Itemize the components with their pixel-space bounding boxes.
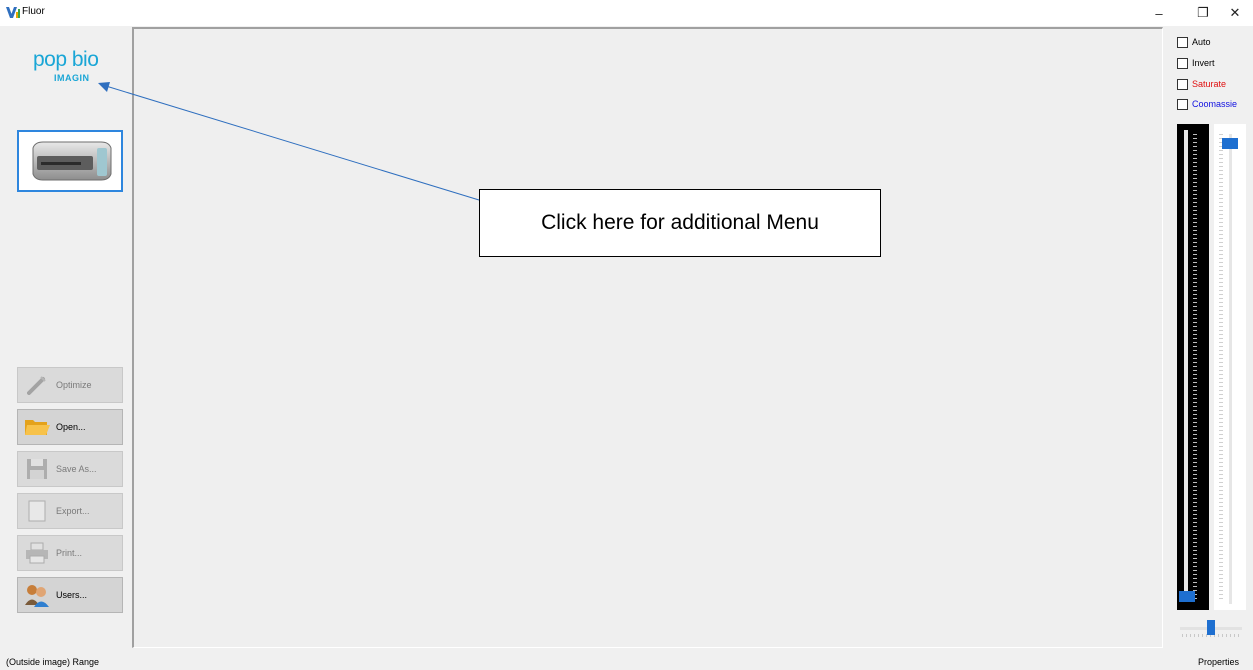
open-button[interactable]: Open... <box>17 409 123 445</box>
white-level-thumb[interactable] <box>1222 138 1238 149</box>
users-icon <box>22 582 52 608</box>
auto-checkbox[interactable]: Auto <box>1177 35 1211 49</box>
imager-device-icon <box>32 141 112 181</box>
properties-link[interactable]: Properties <box>1198 657 1239 667</box>
coomassie-checkbox[interactable]: Coomassie <box>1177 97 1237 111</box>
users-button[interactable]: Users... <box>17 577 123 613</box>
invert-checkbox-box[interactable] <box>1177 57 1188 69</box>
print-button[interactable]: Print... <box>17 535 123 571</box>
app-logo-icon <box>6 7 20 18</box>
export-icon <box>22 498 52 524</box>
auto-label: Auto <box>1192 37 1211 47</box>
open-label: Open... <box>56 422 86 432</box>
folder-icon <box>22 414 52 440</box>
restore-button[interactable]: ❐ <box>1185 0 1221 26</box>
minimize-icon: – <box>1155 5 1163 21</box>
coomassie-checkbox-box[interactable] <box>1177 98 1188 110</box>
brand-logo[interactable]: pop bio IMAGIN <box>33 48 113 90</box>
print-label: Print... <box>56 548 83 558</box>
close-icon: ✕ <box>1229 5 1241 20</box>
black-level-slider[interactable] <box>1177 124 1209 610</box>
device-thumbnail[interactable] <box>17 130 123 192</box>
white-level-ticks <box>1219 134 1223 600</box>
status-bar: (Outside image) Range Properties <box>0 652 1253 670</box>
saturate-checkbox-box[interactable] <box>1177 78 1188 90</box>
export-button[interactable]: Export... <box>17 493 123 529</box>
invert-label: Invert <box>1192 58 1215 68</box>
coomassie-label: Coomassie <box>1192 99 1238 109</box>
callout-text: Click here for additional Menu <box>541 211 819 234</box>
close-button[interactable]: ✕ <box>1217 0 1253 26</box>
export-label: Export... <box>56 506 90 516</box>
save-as-button[interactable]: Save As... <box>17 451 123 487</box>
saturate-checkbox[interactable]: Saturate <box>1177 77 1226 91</box>
logo-text-top: pop bio <box>33 48 99 71</box>
logo-text-bottom: IMAGIN <box>54 73 90 83</box>
save-as-label: Save As... <box>56 464 97 474</box>
white-level-track <box>1229 134 1232 604</box>
restore-icon: ❐ <box>1197 5 1209 20</box>
optimize-label: Optimize <box>56 380 92 390</box>
floppy-disk-icon <box>22 456 52 482</box>
black-level-ticks <box>1193 134 1197 600</box>
status-range-text: (Outside image) Range <box>6 657 100 667</box>
white-level-slider[interactable] <box>1214 124 1246 610</box>
minimize-button[interactable]: – <box>1141 0 1177 26</box>
black-level-thumb[interactable] <box>1179 591 1195 602</box>
callout-box: Click here for additional Menu <box>479 189 881 257</box>
invert-checkbox[interactable]: Invert <box>1177 56 1215 70</box>
users-label: Users... <box>56 590 88 600</box>
black-level-track <box>1184 130 1188 602</box>
gamma-thumb[interactable] <box>1207 620 1215 635</box>
gamma-slider[interactable] <box>1180 618 1242 640</box>
image-viewport[interactable] <box>132 27 1163 648</box>
optimize-button[interactable]: Optimize <box>17 367 123 403</box>
wand-icon <box>22 372 52 398</box>
auto-checkbox-box[interactable] <box>1177 36 1188 48</box>
window-title: Fluor <box>22 6 45 17</box>
saturate-label: Saturate <box>1192 79 1227 89</box>
title-bar: Fluor – ❐ ✕ <box>0 0 1253 26</box>
printer-icon <box>22 540 52 566</box>
